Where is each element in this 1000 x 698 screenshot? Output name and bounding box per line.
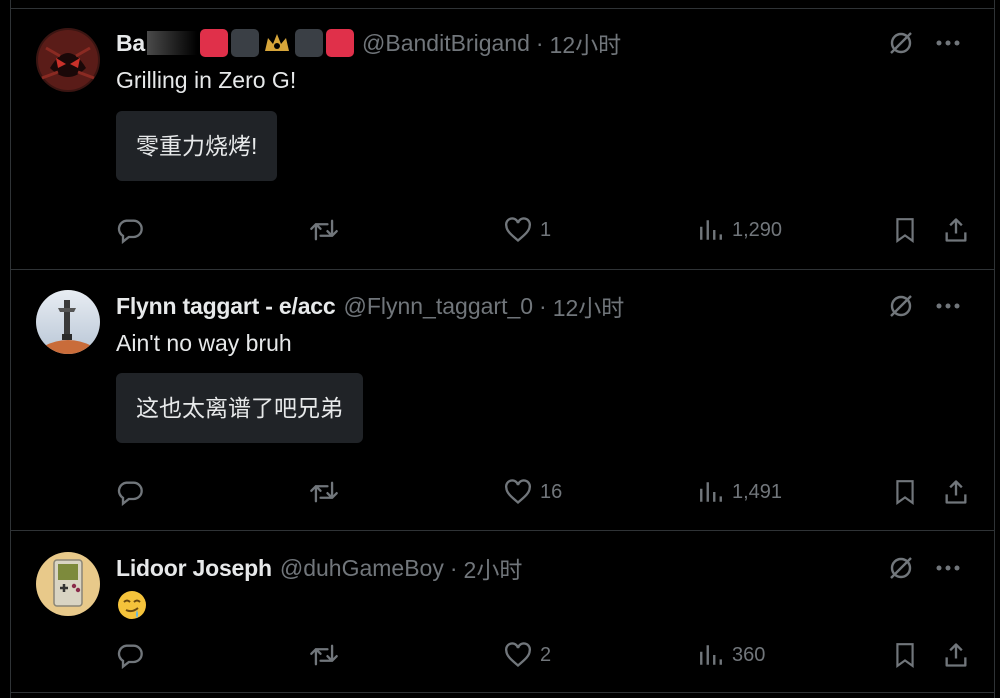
timestamp[interactable]: 12小时: [550, 26, 622, 60]
separator-dot: ·: [535, 29, 544, 56]
like-count: 1: [540, 218, 552, 241]
views-count: 1,290: [732, 218, 783, 241]
views-button[interactable]: 1,290: [698, 216, 782, 244]
timestamp[interactable]: 12小时: [553, 289, 625, 323]
action-bar: 1 1,290: [116, 216, 972, 250]
views-count: 360: [732, 643, 766, 666]
like-icon: [505, 479, 531, 505]
header-actions: [888, 293, 960, 319]
retweet-button[interactable]: [309, 478, 347, 506]
like-count: 2: [540, 643, 552, 666]
share-button[interactable]: [942, 216, 970, 244]
retweet-icon: [310, 481, 338, 503]
tweet-3[interactable]: Lidoor Joseph @duhGameBoy · 2小时 2 360: [11, 532, 994, 693]
gray-badge-icon: [295, 29, 324, 57]
views-button[interactable]: 1,491: [698, 478, 782, 506]
gray-badge-icon: [231, 29, 260, 57]
separator-dot: ·: [539, 292, 547, 319]
tweet-text: Grilling in Zero G!: [116, 67, 297, 93]
handle[interactable]: @BanditBrigand: [362, 30, 530, 57]
grok-icon[interactable]: [888, 293, 914, 319]
action-bar: 16 1,491: [116, 478, 972, 512]
action-bar: 2 360: [116, 641, 972, 675]
grok-icon[interactable]: [888, 555, 914, 581]
reply-button[interactable]: [116, 641, 152, 669]
more-icon[interactable]: [936, 40, 960, 46]
views-icon: [700, 220, 722, 240]
bookmark-icon: [896, 218, 914, 243]
avatar-banditbrigand[interactable]: [36, 28, 100, 92]
tweet-header: Ba @BanditBrigand · 12小时: [116, 28, 974, 58]
tweet-header: Lidoor Joseph @duhGameBoy · 2小时: [116, 553, 974, 583]
like-count: 16: [540, 480, 563, 503]
display-name[interactable]: Ba: [116, 30, 145, 57]
reply-icon: [117, 219, 143, 244]
retweet-button[interactable]: [309, 641, 347, 669]
share-icon: [945, 643, 967, 667]
crown-icon: [262, 29, 292, 57]
avatar-flynn-taggart[interactable]: [36, 290, 100, 354]
views-icon: [700, 482, 722, 502]
reply-icon: [117, 481, 143, 506]
share-icon: [945, 480, 967, 504]
more-icon[interactable]: [936, 303, 960, 309]
bookmark-icon: [896, 643, 914, 668]
like-icon: [505, 642, 531, 668]
retweet-icon: [310, 219, 338, 241]
retweet-icon: [310, 644, 338, 666]
handle[interactable]: @duhGameBoy: [280, 555, 444, 582]
tweet-1[interactable]: Ba @BanditBrigand · 12小时 Grilling in Zer…: [11, 9, 994, 270]
views-button[interactable]: 360: [698, 641, 765, 669]
share-button[interactable]: [942, 641, 970, 669]
like-button[interactable]: 2: [504, 641, 551, 669]
grok-icon[interactable]: [888, 30, 914, 56]
display-name[interactable]: Flynn taggart - e/acc: [116, 293, 336, 320]
retweet-button[interactable]: [309, 216, 347, 244]
reply-button[interactable]: [116, 216, 152, 244]
like-button[interactable]: 1: [504, 216, 551, 244]
reply-icon: [117, 644, 143, 669]
tweet-header: Flynn taggart - e/acc @Flynn_taggart_0 ·…: [116, 291, 974, 321]
tweet-2[interactable]: Flynn taggart - e/acc @Flynn_taggart_0 ·…: [11, 270, 994, 531]
display-name[interactable]: Lidoor Joseph: [116, 555, 272, 582]
header-actions: [888, 555, 960, 581]
reply-button[interactable]: [116, 478, 152, 506]
tweet-text: Ain't no way bruh: [116, 330, 292, 356]
timestamp[interactable]: 2小时: [464, 551, 523, 585]
separator-dot: ·: [449, 554, 458, 581]
like-button[interactable]: 16: [504, 478, 562, 506]
views-icon: [700, 645, 722, 665]
header-actions: [888, 30, 960, 56]
share-icon: [945, 218, 967, 242]
drooling-face-emoji-icon: [116, 589, 148, 621]
frame-right-border: [994, 0, 995, 698]
avatar-lidoor-joseph[interactable]: [36, 552, 100, 616]
blurred-name-segment: [147, 31, 198, 55]
more-icon[interactable]: [936, 565, 960, 571]
like-icon: [505, 217, 531, 243]
handle[interactable]: @Flynn_taggart_0: [343, 293, 533, 320]
red-badge-icon: [200, 29, 229, 57]
translation-box: 这也太离谱了吧兄弟: [116, 373, 363, 443]
share-button[interactable]: [942, 478, 970, 506]
red-badge-icon: [326, 29, 355, 57]
translation-box: 零重力烧烤!: [116, 111, 278, 181]
views-count: 1,491: [732, 480, 783, 503]
bookmark-icon: [896, 480, 914, 505]
bookmark-button[interactable]: [892, 216, 918, 244]
bookmark-button[interactable]: [892, 478, 918, 506]
bookmark-button[interactable]: [892, 641, 918, 669]
